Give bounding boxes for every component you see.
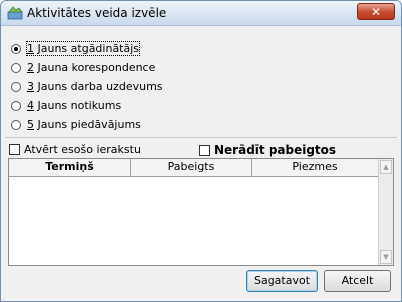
- radio-option-event[interactable]: 4 Jauns notikums: [11, 96, 163, 115]
- column-header-notes[interactable]: Piezmes: [252, 159, 378, 176]
- scroll-down-icon[interactable]: ▼: [380, 250, 392, 264]
- radio-option-correspondence[interactable]: 2 Jauna korespondence: [11, 58, 163, 77]
- radio-button[interactable]: [11, 100, 21, 111]
- close-icon: ✕: [370, 5, 382, 19]
- open-existing-checkbox[interactable]: [9, 144, 20, 155]
- radio-label: 4 Jauns notikums: [27, 99, 122, 112]
- open-existing-checkbox-row[interactable]: Atvērt esošo ierakstu: [9, 143, 141, 156]
- radio-button[interactable]: [11, 62, 21, 73]
- radio-label: 3 Jauns darba uzdevums: [27, 80, 163, 93]
- window-title: Aktivitātes veida izvēle: [27, 6, 167, 20]
- radio-label: 5 Jauns piedāvājums: [27, 118, 141, 131]
- hide-completed-label: Nerādīt pabeigtos: [214, 143, 337, 157]
- prepare-button[interactable]: Sagatavot: [246, 270, 318, 292]
- radio-label: 2 Jauna korespondence: [27, 61, 156, 74]
- cancel-button[interactable]: Atcelt: [324, 270, 391, 292]
- close-button[interactable]: ✕: [357, 3, 395, 20]
- activities-table[interactable]: Termiņš Pabeigts Piezmes ▲ ▼: [8, 158, 394, 266]
- radio-option-task[interactable]: 3 Jauns darba uzdevums: [11, 77, 163, 96]
- radio-option-offer[interactable]: 5 Jauns piedāvājums: [11, 115, 163, 134]
- radio-label: 1 Jauns atgādinātājs: [25, 41, 141, 56]
- radio-option-reminder[interactable]: 1 Jauns atgādinātājs: [11, 39, 163, 58]
- column-header-completed[interactable]: Pabeigts: [131, 159, 252, 176]
- hide-completed-checkbox-row[interactable]: Nerādīt pabeigtos: [199, 143, 336, 157]
- dialog-window: Aktivitātes veida izvēle ✕ 1 Jauns atgād…: [0, 0, 402, 302]
- activity-type-radio-group: 1 Jauns atgādinātājs 2 Jauna koresponden…: [11, 39, 163, 134]
- radio-button[interactable]: [11, 81, 21, 92]
- hide-completed-checkbox[interactable]: [199, 144, 210, 156]
- title-bar[interactable]: Aktivitātes veida izvēle ✕: [1, 1, 401, 26]
- app-icon: [7, 6, 23, 20]
- vertical-scrollbar[interactable]: ▲ ▼: [378, 159, 393, 265]
- divider: [5, 137, 397, 138]
- open-existing-label: Atvērt esošo ierakstu: [24, 143, 141, 156]
- column-header-deadline[interactable]: Termiņš: [9, 159, 131, 176]
- table-header: Termiņš Pabeigts Piezmes: [9, 159, 378, 177]
- dialog-body: 1 Jauns atgādinātājs 2 Jauna koresponden…: [5, 27, 397, 297]
- radio-button[interactable]: [11, 119, 21, 130]
- radio-button[interactable]: [11, 43, 21, 54]
- scroll-up-icon[interactable]: ▲: [380, 160, 392, 174]
